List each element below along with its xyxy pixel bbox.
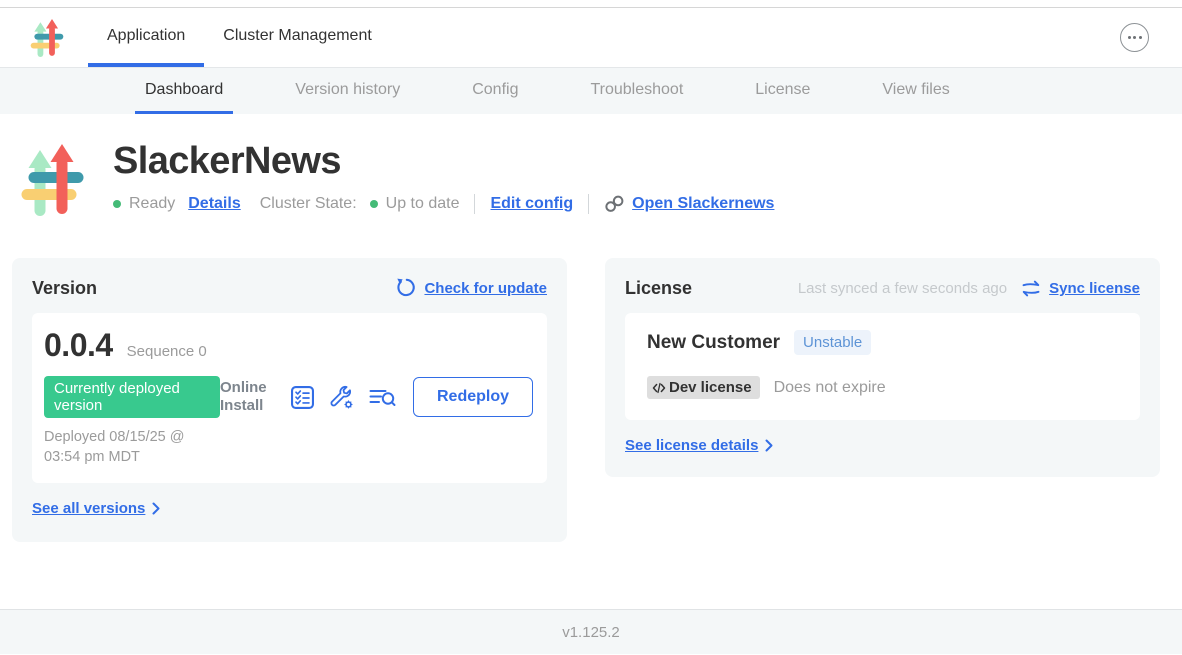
- subnav-tab-config-label: Config: [472, 81, 518, 99]
- dashboard-cards: Version Check for update 0.0.4 Sequence …: [0, 218, 1182, 542]
- chevron-right-icon: [152, 502, 161, 515]
- version-number: 0.0.4: [44, 327, 113, 364]
- license-type-label: Dev license: [669, 379, 752, 396]
- app-header: SlackerNews Ready Details Cluster State:…: [0, 142, 1182, 218]
- redeploy-button[interactable]: Redeploy: [413, 377, 533, 417]
- app-status-label: Ready: [129, 195, 175, 213]
- see-license-details-link[interactable]: See license details: [625, 437, 774, 454]
- deployed-badge: Currently deployed version: [44, 376, 220, 418]
- install-type-label: Online Install: [220, 379, 274, 415]
- license-panel: New Customer Unstable Dev license Does n…: [625, 313, 1140, 420]
- subnav-tab-version-history[interactable]: Version history: [285, 68, 410, 114]
- license-expiry: Does not expire: [774, 379, 886, 397]
- sync-arrows-icon: [1021, 280, 1041, 297]
- check-for-update-link[interactable]: Check for update: [424, 280, 547, 297]
- refresh-icon: [395, 278, 416, 299]
- app-subnav: Dashboard Version history Config Trouble…: [0, 68, 1182, 114]
- divider: [588, 194, 589, 214]
- divider: [474, 194, 475, 214]
- topbar: Application Cluster Management: [0, 8, 1182, 68]
- ellipsis-icon: [1128, 36, 1131, 39]
- top-strip: [0, 0, 1182, 8]
- console-version-label: v1.125.2: [562, 624, 620, 641]
- tab-application-label: Application: [107, 27, 185, 45]
- page-title: SlackerNews: [113, 142, 774, 182]
- license-card-title: License: [625, 278, 692, 299]
- channel-badge: Unstable: [794, 330, 871, 355]
- deployed-timestamp: Deployed 08/15/25 @ 03:54 pm MDT: [44, 428, 220, 467]
- chain-link-icon: [604, 195, 625, 213]
- version-info: 0.0.4 Sequence 0 Currently deployed vers…: [44, 327, 220, 467]
- footer: v1.125.2: [0, 609, 1182, 654]
- sync-license-link[interactable]: Sync license: [1049, 280, 1140, 297]
- subnav-tab-view-files[interactable]: View files: [872, 68, 959, 114]
- edit-config-link[interactable]: Edit config: [490, 195, 573, 213]
- view-logs-icon[interactable]: [369, 387, 396, 408]
- app-logo-icon: [30, 18, 64, 58]
- status-details-link[interactable]: Details: [188, 195, 240, 213]
- sequence-label: Sequence 0: [127, 343, 207, 360]
- subnav-tab-troubleshoot-label: Troubleshoot: [590, 81, 683, 99]
- tab-application[interactable]: Application: [88, 8, 204, 67]
- subnav-tab-view-files-label: View files: [882, 81, 949, 99]
- open-app-link[interactable]: Open Slackernews: [632, 195, 774, 213]
- main-content: SlackerNews Ready Details Cluster State:…: [0, 114, 1182, 609]
- more-menu-button[interactable]: [1120, 23, 1149, 52]
- subnav-tab-license[interactable]: License: [745, 68, 820, 114]
- topbar-tabs: Application Cluster Management: [88, 8, 391, 67]
- app-status-dot: [113, 200, 121, 208]
- version-card: Version Check for update 0.0.4 Sequence …: [12, 258, 567, 542]
- see-license-details-label: See license details: [625, 437, 758, 454]
- preflight-checks-icon[interactable]: [291, 386, 314, 409]
- subnav-tab-troubleshoot[interactable]: Troubleshoot: [580, 68, 693, 114]
- code-icon: [652, 382, 666, 394]
- version-actions: Online Install Redeploy: [220, 377, 533, 417]
- app-status-row: Ready Details Cluster State: Up to date …: [113, 194, 774, 214]
- see-all-versions-link[interactable]: See all versions: [32, 500, 161, 517]
- tab-cluster-management-label: Cluster Management: [223, 27, 372, 45]
- app-logo-large-icon: [20, 142, 85, 218]
- current-version-panel: 0.0.4 Sequence 0 Currently deployed vers…: [32, 313, 547, 483]
- cluster-state-label: Cluster State:: [260, 195, 357, 213]
- last-synced-label: Last synced a few seconds ago: [798, 280, 1007, 297]
- license-card: License Last synced a few seconds ago Sy…: [605, 258, 1160, 477]
- subnav-tab-dashboard-label: Dashboard: [145, 81, 223, 99]
- subnav-tab-dashboard[interactable]: Dashboard: [135, 68, 233, 114]
- license-type-badge: Dev license: [647, 376, 760, 399]
- customer-name: New Customer: [647, 332, 780, 354]
- subnav-tab-license-label: License: [755, 81, 810, 99]
- subnav-tab-config[interactable]: Config: [462, 68, 528, 114]
- config-wrench-gear-icon[interactable]: [329, 385, 354, 410]
- chevron-right-icon: [765, 439, 774, 452]
- tab-cluster-management[interactable]: Cluster Management: [204, 8, 391, 67]
- cluster-state-value: Up to date: [386, 195, 460, 213]
- see-all-versions-label: See all versions: [32, 500, 145, 517]
- subnav-tab-version-history-label: Version history: [295, 81, 400, 99]
- cluster-state-dot: [370, 200, 378, 208]
- version-card-title: Version: [32, 278, 97, 299]
